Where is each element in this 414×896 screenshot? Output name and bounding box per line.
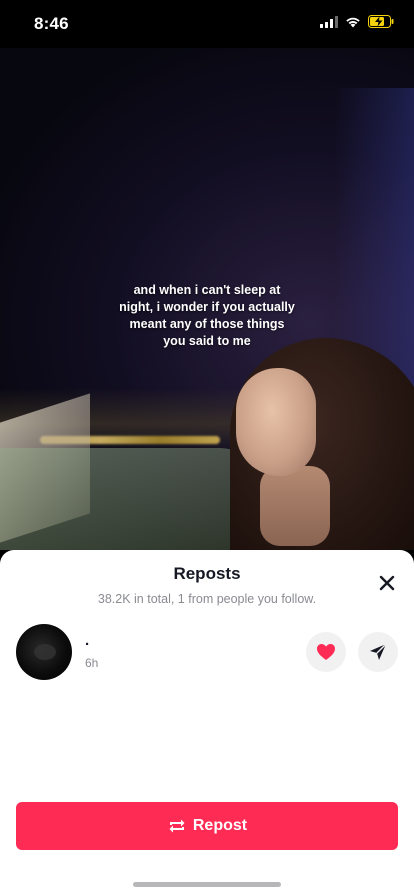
wifi-icon — [346, 17, 360, 27]
repost-time: 6h — [85, 656, 99, 670]
cellular-signal-icon — [320, 15, 338, 28]
caption-line: meant any of those things — [129, 317, 285, 331]
caption-line: and when i can't sleep at — [133, 283, 281, 297]
video-player[interactable]: and when i can't sleep at night, i wonde… — [0, 48, 414, 550]
status-bar: 8:46 — [0, 0, 414, 48]
send-icon — [370, 643, 387, 660]
avatar-image — [34, 644, 56, 660]
home-indicator[interactable] — [133, 882, 281, 887]
user-name[interactable]: . — [85, 632, 89, 649]
send-button[interactable] — [358, 632, 398, 672]
heart-icon — [317, 644, 335, 660]
reposts-sheet: Reposts 38.2K in total, 1 from people yo… — [0, 550, 414, 896]
caption-line: you said to me — [163, 334, 251, 348]
repost-button[interactable]: Repost — [16, 802, 398, 850]
like-button[interactable] — [306, 632, 346, 672]
battery-charging-icon — [368, 15, 394, 28]
repost-icon — [169, 819, 185, 833]
status-icons — [320, 15, 394, 28]
sheet-subtitle: 38.2K in total, 1 from people you follow… — [97, 592, 317, 606]
person-face — [236, 368, 316, 476]
repost-button-label: Repost — [192, 817, 248, 834]
close-button[interactable] — [376, 572, 398, 594]
video-caption: and when i can't sleep at night, i wonde… — [0, 282, 414, 350]
person-neck — [260, 466, 330, 546]
person-figure — [200, 338, 414, 550]
status-time: 8:46 — [34, 14, 69, 33]
repost-list-item[interactable]: . 6h — [16, 624, 398, 680]
caption-line: night, i wonder if you actually — [119, 300, 295, 314]
close-icon — [379, 575, 395, 591]
avatar[interactable] — [16, 624, 72, 680]
sheet-title: Reposts — [173, 564, 241, 583]
